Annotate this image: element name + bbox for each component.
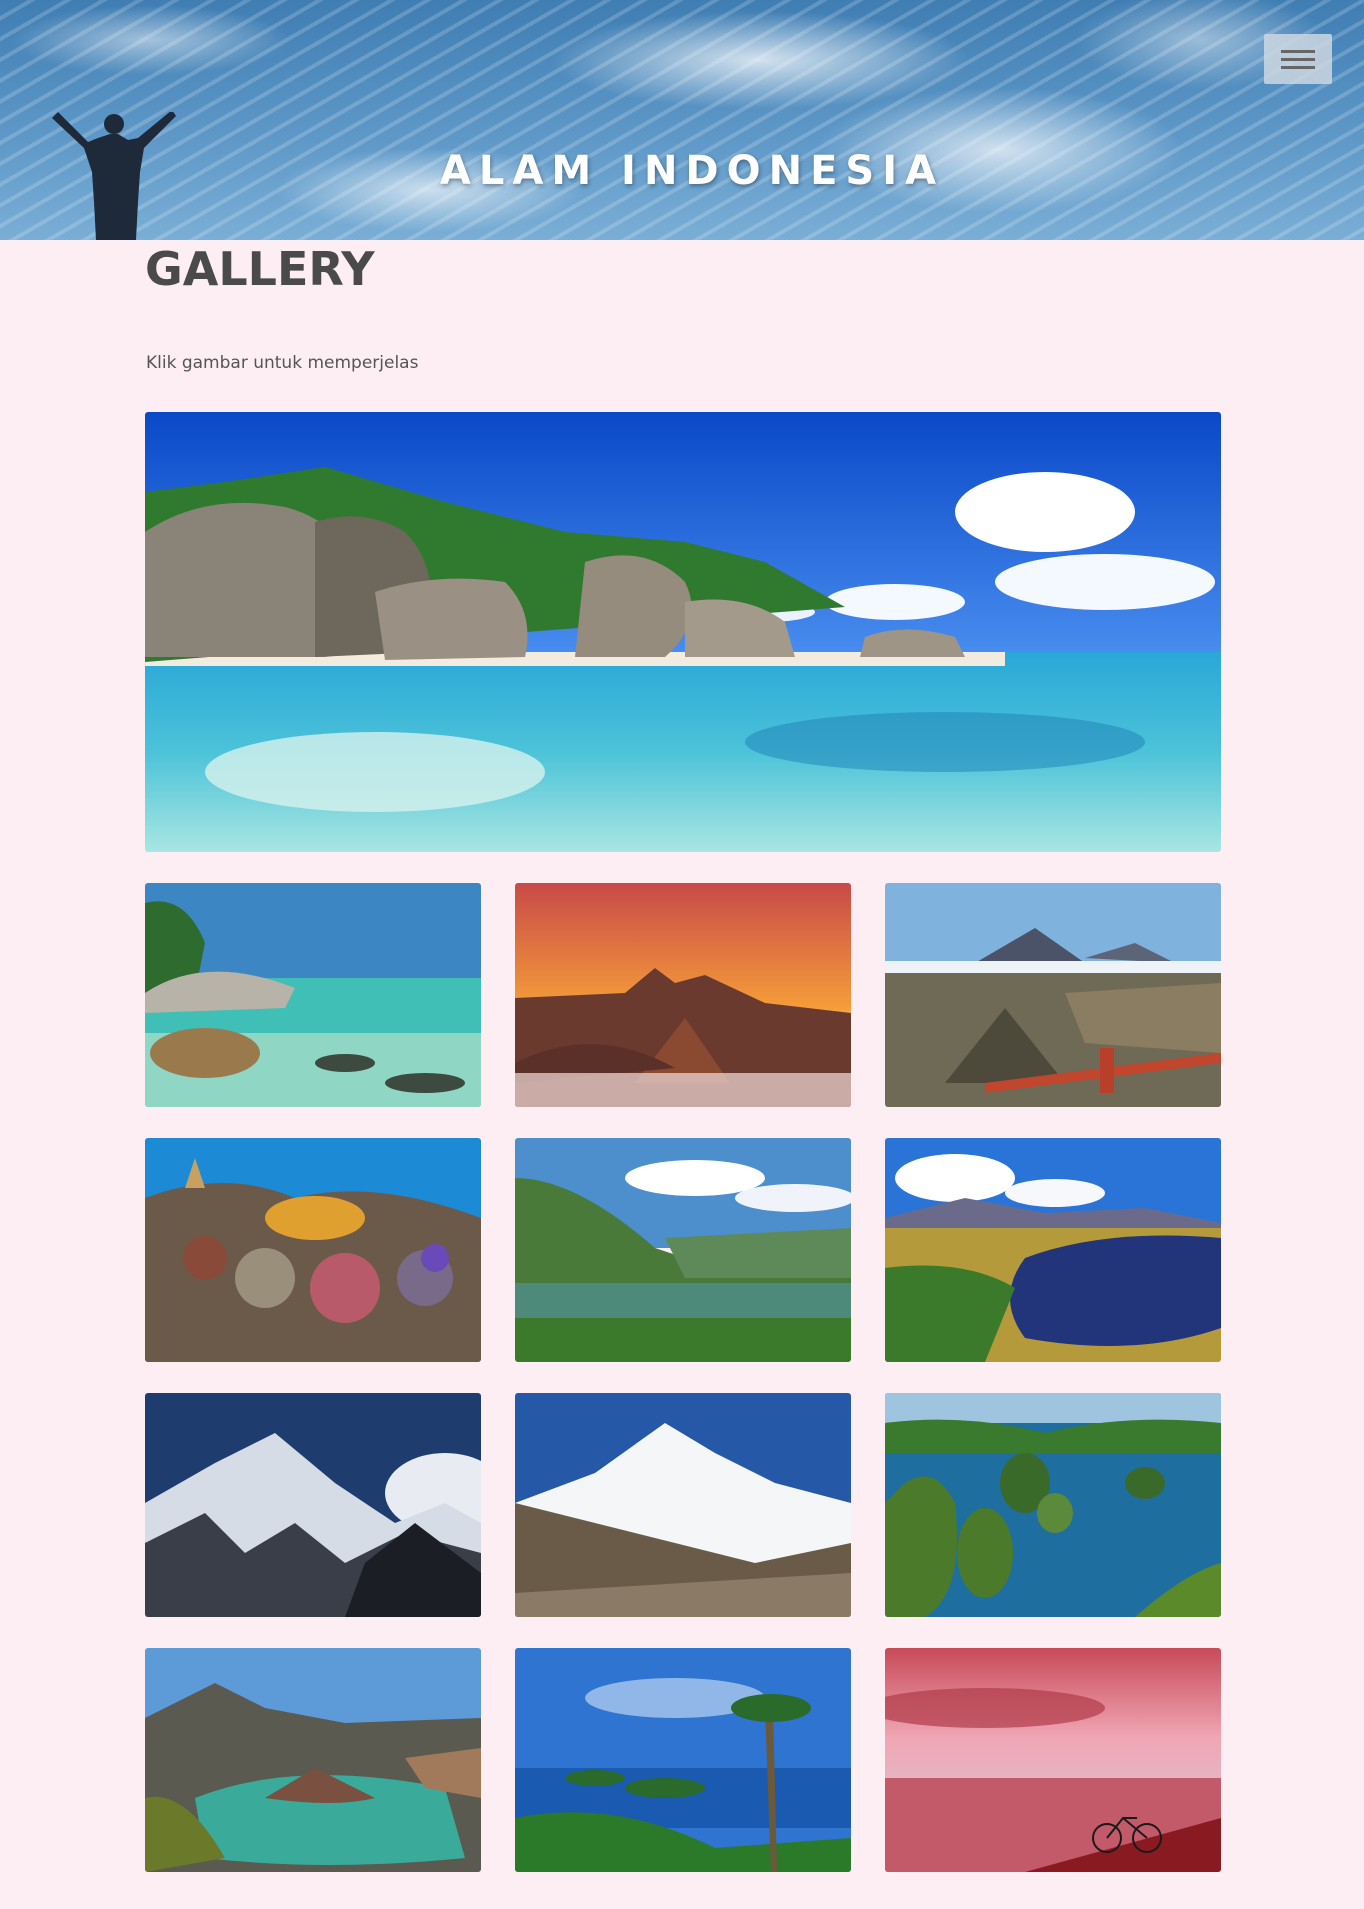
header-banner: ALAM INDONESIA — [0, 0, 1364, 240]
rocky-beach-image — [145, 883, 481, 1107]
gallery-thumb-palm-bay[interactable] — [515, 1648, 851, 1872]
pink-sunset-image — [885, 1648, 1221, 1872]
hamburger-menu-button[interactable] — [1264, 34, 1332, 84]
gallery-grid — [145, 883, 1221, 1872]
snow-mountain-image — [515, 1393, 851, 1617]
hamburger-icon — [1281, 49, 1315, 53]
gallery-thumb-snow-mountain[interactable] — [515, 1393, 851, 1617]
page-title: GALLERY — [145, 242, 375, 296]
site-title: ALAM INDONESIA — [439, 148, 945, 194]
gallery-thumb-pink-sunset[interactable] — [885, 1648, 1221, 1872]
gallery-thumb-coral-reef[interactable] — [145, 1138, 481, 1362]
bromo-sunrise-image — [515, 883, 851, 1107]
gallery-thumb-bromo-caldera[interactable] — [885, 883, 1221, 1107]
gallery-hint-text: Klik gambar untuk memperjelas — [146, 353, 419, 373]
gallery-thumb-bromo-sunrise[interactable] — [515, 883, 851, 1107]
sky-clouds-background — [0, 0, 1364, 240]
hero-image-beach[interactable] — [145, 412, 1221, 852]
gallery-thumb-karst-islands[interactable] — [885, 1393, 1221, 1617]
karst-islands-image — [885, 1393, 1221, 1617]
gallery-thumb-rocky-beach[interactable] — [145, 883, 481, 1107]
palm-bay-image — [515, 1648, 851, 1872]
bromo-caldera-image — [885, 883, 1221, 1107]
crater-lake-image — [145, 1648, 481, 1872]
beach-image — [145, 412, 1221, 852]
gallery-thumb-snowy-peaks[interactable] — [145, 1393, 481, 1617]
gallery-thumb-valley-lake[interactable] — [515, 1138, 851, 1362]
hamburger-icon-line — [1281, 65, 1315, 69]
gallery-thumb-crater-lake[interactable] — [145, 1648, 481, 1872]
coral-reef-image — [145, 1138, 481, 1362]
snowy-peaks-image — [145, 1393, 481, 1617]
blue-lake-image — [885, 1138, 1221, 1362]
gallery-thumb-blue-lake[interactable] — [885, 1138, 1221, 1362]
valley-lake-image — [515, 1138, 851, 1362]
hamburger-icon-line — [1281, 57, 1315, 61]
